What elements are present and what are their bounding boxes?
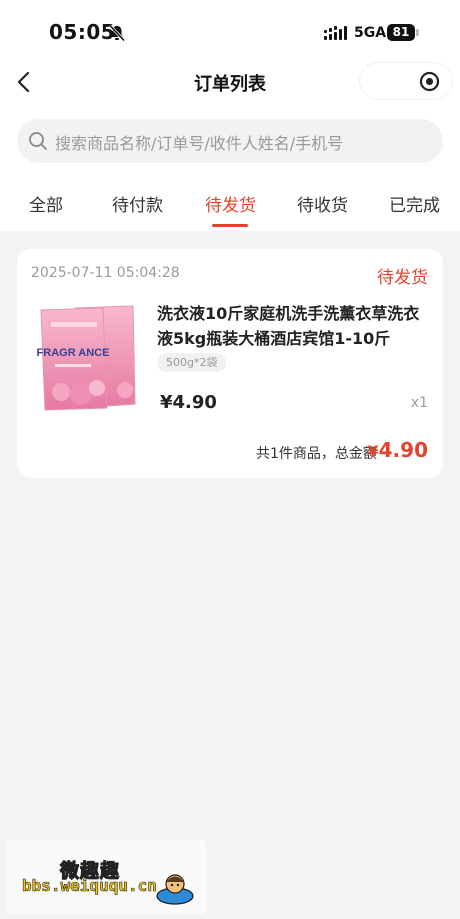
tab-pending-payment[interactable]: 待付款 bbox=[112, 191, 163, 216]
order-time: 2025-07-11 05:04:28 bbox=[31, 265, 180, 281]
order-total-amount: 4.90 bbox=[378, 438, 428, 462]
product-image-text: FRAGR ANCE bbox=[37, 347, 110, 359]
order-total: ¥4.90 bbox=[368, 438, 429, 462]
network-type: 5GA bbox=[354, 25, 387, 41]
tab-all[interactable]: 全部 bbox=[29, 191, 63, 216]
product-spec: 500g*2袋 bbox=[157, 353, 227, 372]
product-quantity: x1 bbox=[410, 395, 428, 411]
product-title[interactable]: 洗衣液10斤家庭机洗手洗薰衣草洗衣液5kg瓶装大桶酒店宾馆1-10斤 bbox=[157, 301, 425, 351]
bell-muted-icon bbox=[108, 24, 126, 42]
currency-symbol: ¥ bbox=[367, 442, 379, 461]
search-placeholder: 搜索商品名称/订单号/收件人姓名/手机号 bbox=[55, 134, 344, 153]
search-icon bbox=[29, 132, 47, 150]
product-price: ¥4.90 bbox=[160, 392, 217, 413]
product-image[interactable]: FRAGR ANCE bbox=[33, 300, 143, 412]
signal-icon bbox=[324, 26, 347, 40]
tab-pending-receipt[interactable]: 待收货 bbox=[297, 191, 348, 216]
status-time: 05:05 bbox=[49, 20, 116, 44]
close-target-icon[interactable] bbox=[419, 71, 440, 92]
battery-icon: 81 bbox=[387, 24, 419, 41]
order-summary-label: 共1件商品，总金额 bbox=[256, 446, 377, 462]
battery-level: 81 bbox=[387, 24, 415, 41]
tab-completed[interactable]: 已完成 bbox=[389, 191, 440, 216]
watermark-mascot-icon bbox=[156, 874, 194, 905]
order-status: 待发货 bbox=[377, 268, 428, 288]
active-tab-indicator bbox=[212, 224, 248, 227]
watermark-url: bbs.weiququ.cn bbox=[22, 876, 157, 896]
battery-tip bbox=[416, 29, 419, 36]
tab-pending-shipment[interactable]: 待发货 bbox=[205, 191, 256, 216]
